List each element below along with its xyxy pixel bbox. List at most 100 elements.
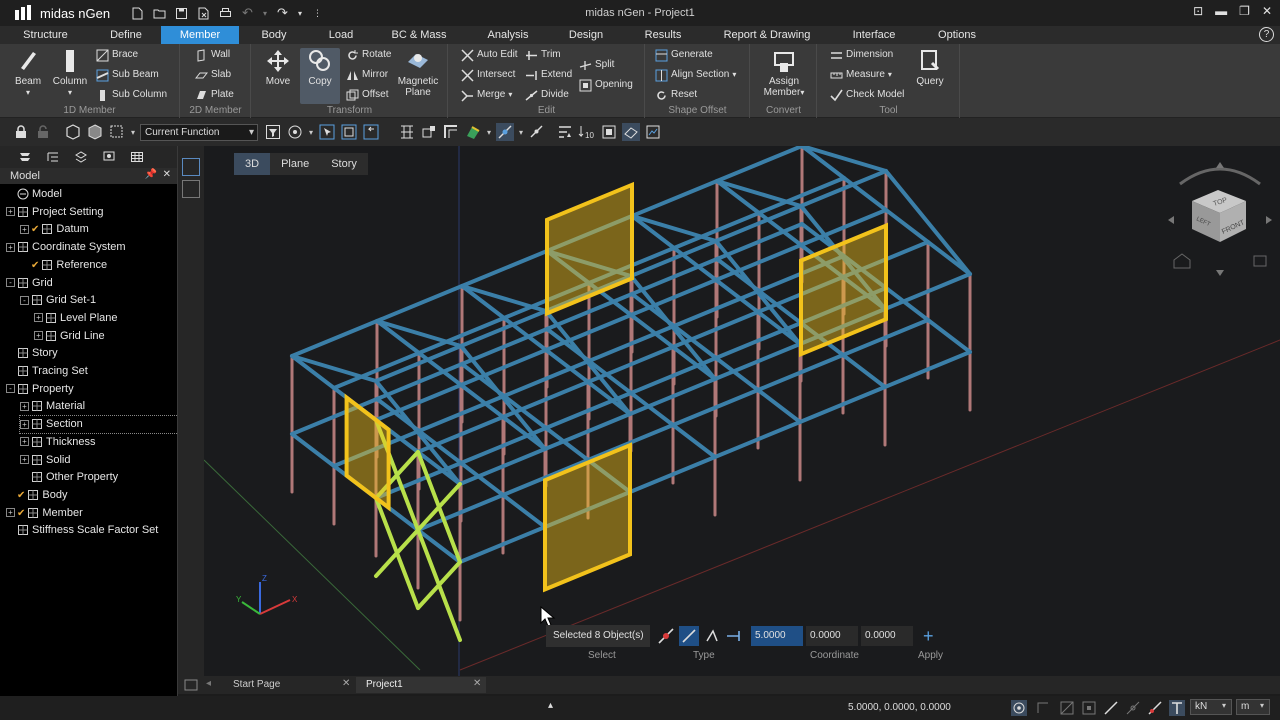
tab-project1-close-icon[interactable]: ✕ (473, 678, 481, 689)
view-cube-orbit-ring[interactable] (1179, 167, 1261, 186)
snap-midpoint-icon[interactable] (528, 123, 546, 141)
magnetic-plane-button[interactable]: Magnetic Plane (394, 48, 442, 98)
tab-project1[interactable]: Project1 (356, 677, 486, 693)
tree-item-material[interactable]: + Material (20, 398, 85, 415)
selected-wall-panel[interactable] (344, 393, 391, 512)
selected-wall-panel[interactable] (545, 181, 634, 317)
expand-icon[interactable]: + (6, 207, 15, 217)
column-button[interactable]: Column ▾ (50, 48, 90, 98)
plate-button[interactable]: Plate (195, 86, 234, 104)
brace-button[interactable]: Brace (96, 46, 138, 64)
length-unit-dropdown-icon[interactable]: ▾ (1260, 701, 1264, 710)
snap-settings-icon[interactable] (496, 123, 514, 141)
tree-item-tracing-set[interactable]: Tracing Set (6, 363, 88, 380)
color-display-dropdown-icon[interactable]: ▾ (486, 123, 492, 141)
snap-toggle-icon[interactable] (1011, 700, 1027, 716)
beam-member[interactable] (671, 423, 717, 459)
expand-icon[interactable]: + (6, 508, 15, 518)
beam-button[interactable]: Beam ▾ (8, 48, 48, 98)
beam-member[interactable] (290, 432, 336, 468)
collapse-icon[interactable]: - (20, 295, 29, 305)
query-button[interactable]: Query (910, 48, 950, 87)
redo-dropdown-icon[interactable]: ▾ (297, 6, 303, 21)
selected-brace[interactable] (416, 560, 462, 610)
visibility-check-icon[interactable]: ✔ (31, 260, 39, 271)
menu-options[interactable]: Options (919, 26, 995, 44)
collapse-icon[interactable]: - (6, 384, 15, 394)
new-file-icon[interactable] (130, 6, 145, 21)
text-snap-icon[interactable] (1169, 700, 1185, 716)
pin-icon[interactable]: 📌 (145, 169, 157, 180)
intersect-button[interactable]: Intersect (461, 66, 515, 84)
copy-button[interactable]: Copy (300, 48, 340, 104)
tab-scroll-left-icon[interactable]: ◂ (206, 678, 211, 689)
select-box-icon[interactable] (64, 123, 82, 141)
rafter-member[interactable] (290, 354, 378, 383)
type-distance-icon[interactable] (725, 627, 743, 645)
force-unit-dropdown-icon[interactable]: ▾ (1222, 701, 1226, 710)
tree-item-datum[interactable]: + ✔ Datum (20, 221, 89, 238)
filter-icon[interactable] (264, 123, 282, 141)
assign-member-button[interactable]: Assign Member▾ (761, 48, 807, 98)
panel-close-icon[interactable]: ✕ (163, 169, 171, 180)
offset-button[interactable]: Offset (346, 86, 389, 104)
tab-start-page-close-icon[interactable]: ✕ (342, 678, 350, 689)
render-view-icon[interactable] (644, 123, 662, 141)
beam-member[interactable] (756, 388, 802, 424)
extend-button[interactable]: Extend (525, 66, 572, 84)
view-cube-rotate-up-icon[interactable] (1216, 162, 1224, 168)
selected-wall-panel[interactable] (799, 222, 888, 358)
side-panel-collapse-icon[interactable] (182, 180, 200, 198)
tree-item-level-plane[interactable]: + Level Plane (34, 310, 118, 327)
type-direction-icon[interactable] (703, 627, 721, 645)
table-icon[interactable] (130, 150, 144, 164)
select-window-icon[interactable] (108, 123, 126, 141)
tree-item-grid[interactable]: - Grid (6, 275, 53, 292)
select-arrow-icon[interactable] (318, 123, 336, 141)
beam-member[interactable] (290, 319, 379, 358)
expand-icon[interactable]: + (20, 455, 29, 465)
expand-icon[interactable]: + (20, 419, 29, 429)
select-mode-icon[interactable] (657, 627, 675, 645)
hidden-line-icon[interactable] (622, 123, 640, 141)
color-display-icon[interactable] (464, 123, 482, 141)
tab-list-icon[interactable] (184, 679, 198, 691)
select-solid-icon[interactable] (86, 123, 104, 141)
layer-tree-icon[interactable] (74, 150, 88, 164)
minimize-icon[interactable]: ▬ (1215, 4, 1227, 18)
view-option-dropdown-icon[interactable]: ▾ (308, 123, 314, 141)
rafter-member[interactable] (460, 284, 548, 313)
view-option-icon[interactable] (286, 123, 304, 141)
tree-item-other-property[interactable]: Other Property (20, 469, 118, 486)
slab-button[interactable]: Slab (195, 66, 231, 84)
dynamic-input-icon[interactable] (1147, 700, 1163, 716)
view-cube-box[interactable]: TOP FRONT LEFT (1192, 190, 1246, 242)
generate-button[interactable]: Generate (655, 46, 713, 64)
open-folder-icon[interactable] (152, 6, 167, 21)
rafter-member[interactable] (715, 179, 803, 208)
line-snap-icon[interactable] (1103, 700, 1119, 716)
expand-icon[interactable]: + (20, 224, 29, 234)
selection-status[interactable]: Selected 8 Object(s) (546, 625, 650, 647)
view-tab-story[interactable]: Story (320, 153, 368, 175)
view-cube-settings-icon[interactable] (1253, 255, 1267, 267)
tree-item-solid[interactable]: + Solid (20, 452, 70, 469)
grid-snap-icon[interactable] (398, 123, 416, 141)
sub-beam-button[interactable]: Sub Beam (96, 66, 159, 84)
beam-member[interactable] (715, 146, 804, 183)
rafter-member[interactable] (375, 319, 463, 348)
view-cube-rotate-right-icon[interactable] (1266, 216, 1272, 224)
close-icon[interactable]: ✕ (1262, 4, 1272, 18)
snap-settings-dropdown-icon[interactable]: ▾ (518, 123, 524, 141)
rafter-member[interactable] (800, 146, 888, 173)
beam-member[interactable] (375, 284, 464, 323)
mirror-button[interactable]: Mirror (346, 66, 388, 84)
visibility-check-icon[interactable]: ✔ (17, 508, 25, 519)
tree-item-section[interactable]: + Section (19, 415, 179, 435)
side-panel-toggle-icon[interactable] (182, 158, 200, 176)
tab-start-page[interactable]: Start Page (233, 677, 280, 693)
close-file-icon[interactable] (196, 6, 211, 21)
divide-button[interactable]: Divide (525, 86, 569, 104)
menu-load[interactable]: Load (309, 26, 373, 44)
trim-button[interactable]: Trim (525, 46, 561, 64)
